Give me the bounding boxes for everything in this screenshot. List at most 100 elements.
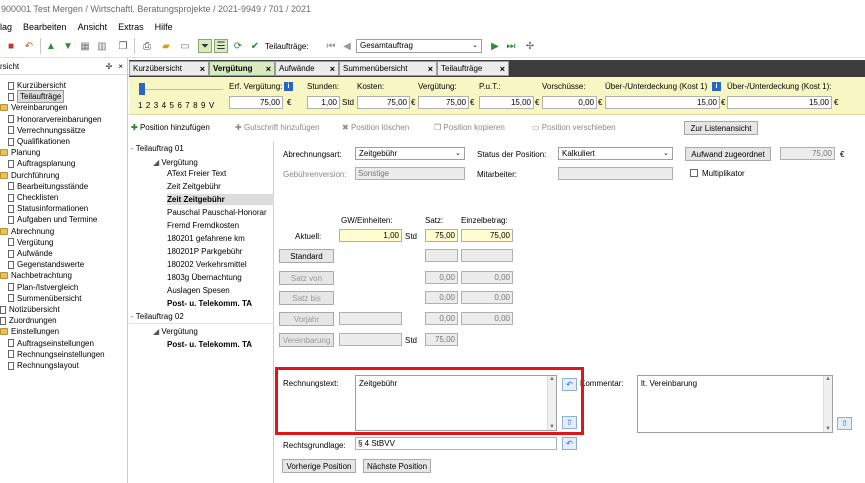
first-icon[interactable]: ⏮ [324,39,338,53]
menu-help[interactable]: Hilfe [155,22,173,32]
close-icon[interactable]: × [428,64,433,74]
aufwand-zugeordnet-button[interactable]: Aufwand zugeordnet [685,147,771,161]
sidebar-item[interactable]: Gegenstandswerte [8,259,84,270]
sidebar-item[interactable]: Auftragsplanung [8,158,75,169]
aktuell-satz-field[interactable]: 75,00 [425,229,458,242]
position-item[interactable]: 180201 gefahrene km [167,233,245,244]
sidebar-item[interactable]: Abrechnung [0,226,54,237]
position-group[interactable]: - Teilauftrag 01 [131,143,184,154]
position-item[interactable]: Auslagen Spesen [167,285,230,296]
scrollbar[interactable]: ▲ ▼ [823,376,832,432]
sidebar-item[interactable]: Rechnungslayout [8,360,79,371]
position-item[interactable]: 1803g Übernachtung [167,272,242,283]
position-item[interactable]: 180202 Verkehrsmittel [167,259,247,270]
sidebar-item[interactable]: Auftragseinstellungen [8,338,94,349]
menu-view[interactable]: Ansicht [78,22,108,32]
standard-button[interactable]: Standard [279,249,334,263]
sidebar-item[interactable]: Einstellungen [0,326,59,337]
sidebar-item[interactable]: Zuordnungen [0,315,57,326]
sidebar-item[interactable]: Verrechnungssätze [8,125,86,136]
position-group[interactable]: - Teilauftrag 02 [131,311,184,322]
info-icon[interactable]: i [284,82,293,91]
menu-edit[interactable]: Bearbeiten [23,22,67,32]
level-slider-track[interactable] [145,89,223,90]
close-icon[interactable]: × [200,64,205,74]
grid-icon[interactable]: ▦ [78,39,92,53]
multiplikator-checkbox[interactable] [690,169,698,177]
previous-position-button[interactable]: Vorherige Position [282,459,356,473]
save-icon[interactable]: ■ [4,39,18,53]
vorjahr-button[interactable]: Vorjahr [279,312,334,326]
copy-position-button[interactable]: ❐ Position kopieren [434,123,505,132]
pin-icon[interactable]: ✢ [106,62,113,71]
position-item[interactable]: Zeit Zeitgebühr [167,194,274,205]
tab-summenuebersicht[interactable]: Summenübersicht × [339,61,437,76]
sidebar-item[interactable]: Qualifikationen [8,136,70,147]
list-view-button[interactable]: Zur Listenansicht [684,121,758,135]
columns-icon[interactable]: ▥ [95,39,109,53]
close-icon[interactable]: × [330,64,335,74]
sidebar-item[interactable]: Planung [0,147,40,158]
add-position-button[interactable]: ✚ Position hinzufügen [131,123,210,132]
sidebar-item[interactable]: Statusinformationen [8,203,88,214]
list-icon[interactable]: ☰ [214,39,228,53]
position-item[interactable]: Fremd Fremdkosten [167,220,239,231]
position-group[interactable]: ◢ Vergütung [153,326,198,337]
aktuell-einzelbetrag-field[interactable]: 75,00 [461,229,513,242]
copy-icon[interactable]: ❐ [116,39,130,53]
teilauftrag-select[interactable]: Gesamtauftrag ⌄ [356,39,482,53]
down-icon[interactable]: ▼ [61,39,75,53]
close-icon[interactable]: × [118,62,123,71]
position-item[interactable]: Post- u. Telekomm. TA [167,298,252,309]
delete-position-button[interactable]: ✖ Position löschen [342,123,409,132]
sidebar-item[interactable]: Checklisten [8,192,58,203]
filter-icon[interactable]: ⏷ [198,39,212,53]
next-position-button[interactable]: Nächste Position [363,459,431,473]
folder-icon[interactable]: ▰ [159,39,173,53]
sidebar-item[interactable]: Aufgaben und Termine [8,214,97,225]
move-position-button[interactable]: ▭ Position verschieben [532,123,616,132]
sidebar-item[interactable]: Vereinbarungen [0,102,68,113]
refresh-icon[interactable]: ⟳ [231,39,245,53]
add-credit-button[interactable]: ✚ Gutschrift hinzufügen [235,123,320,132]
position-group[interactable]: ◢ Vergütung [153,157,198,168]
tab-verguetung[interactable]: Vergütung × [209,61,275,76]
sidebar-item[interactable]: Rechnungseinstellungen [8,349,105,360]
status-select[interactable]: Kalkuliert ⌄ [558,147,673,160]
position-item[interactable]: AText Freier Text [167,168,226,179]
sidebar-item[interactable]: Teilaufträge [8,90,65,104]
sidebar-item[interactable]: Plan-/Istvergleich [8,282,78,293]
tab-aufwaende[interactable]: Aufwände × [275,61,339,76]
prev-icon[interactable]: ◀ [340,39,354,53]
sidebar-item[interactable]: Honorarvereinbarungen [8,114,102,125]
up-icon[interactable]: ▲ [44,39,58,53]
position-item[interactable]: Pauschal Pauschal-Honorar [167,207,267,218]
undo-text-icon[interactable]: ↶ [562,437,577,450]
undo-icon[interactable]: ↶ [22,39,36,53]
satz-von-button[interactable]: Satz von [279,271,334,285]
pin-icon[interactable]: ✢ [523,39,537,53]
sidebar-item[interactable]: Durchführung [0,170,59,181]
mitarbeiter-field[interactable] [558,167,673,180]
sidebar-item[interactable]: Aufwände [8,248,53,259]
rechtsgrundlage-field[interactable]: § 4 StBVV [355,437,557,450]
close-icon[interactable]: × [266,64,271,74]
sidebar-item[interactable]: Vergütung [8,237,53,248]
sidebar-item[interactable]: Notizübersicht [0,304,60,315]
last-icon[interactable]: ⏭ [504,39,518,53]
sidebar-item[interactable]: Nachbetrachtung [0,270,72,281]
kommentar-textarea[interactable]: lt. Vereinbarung ▲ ▼ [637,375,833,433]
satz-bis-button[interactable]: Satz bis [279,291,334,305]
aktuell-gw-field[interactable]: 1,00 [339,229,402,242]
position-item[interactable]: Post- u. Telekomm. TA [167,339,252,350]
position-item[interactable]: 180201P Parkgebühr [167,246,242,257]
vereinbarung-button[interactable]: Vereinbarung [279,333,334,347]
info-icon[interactable]: i [712,82,721,91]
abrechnungsart-select[interactable]: Zeitgebühr ⌄ [355,147,465,160]
sidebar-item[interactable]: Summenübersicht [8,293,81,304]
doc-icon[interactable]: ▭ [178,39,192,53]
arrow-up-icon[interactable]: ⇧ [837,417,852,430]
sidebar-item[interactable]: Bearbeitungsstände [8,181,88,192]
position-item[interactable]: Zeit Zeitgebühr [167,181,221,192]
close-icon[interactable]: × [500,64,505,74]
